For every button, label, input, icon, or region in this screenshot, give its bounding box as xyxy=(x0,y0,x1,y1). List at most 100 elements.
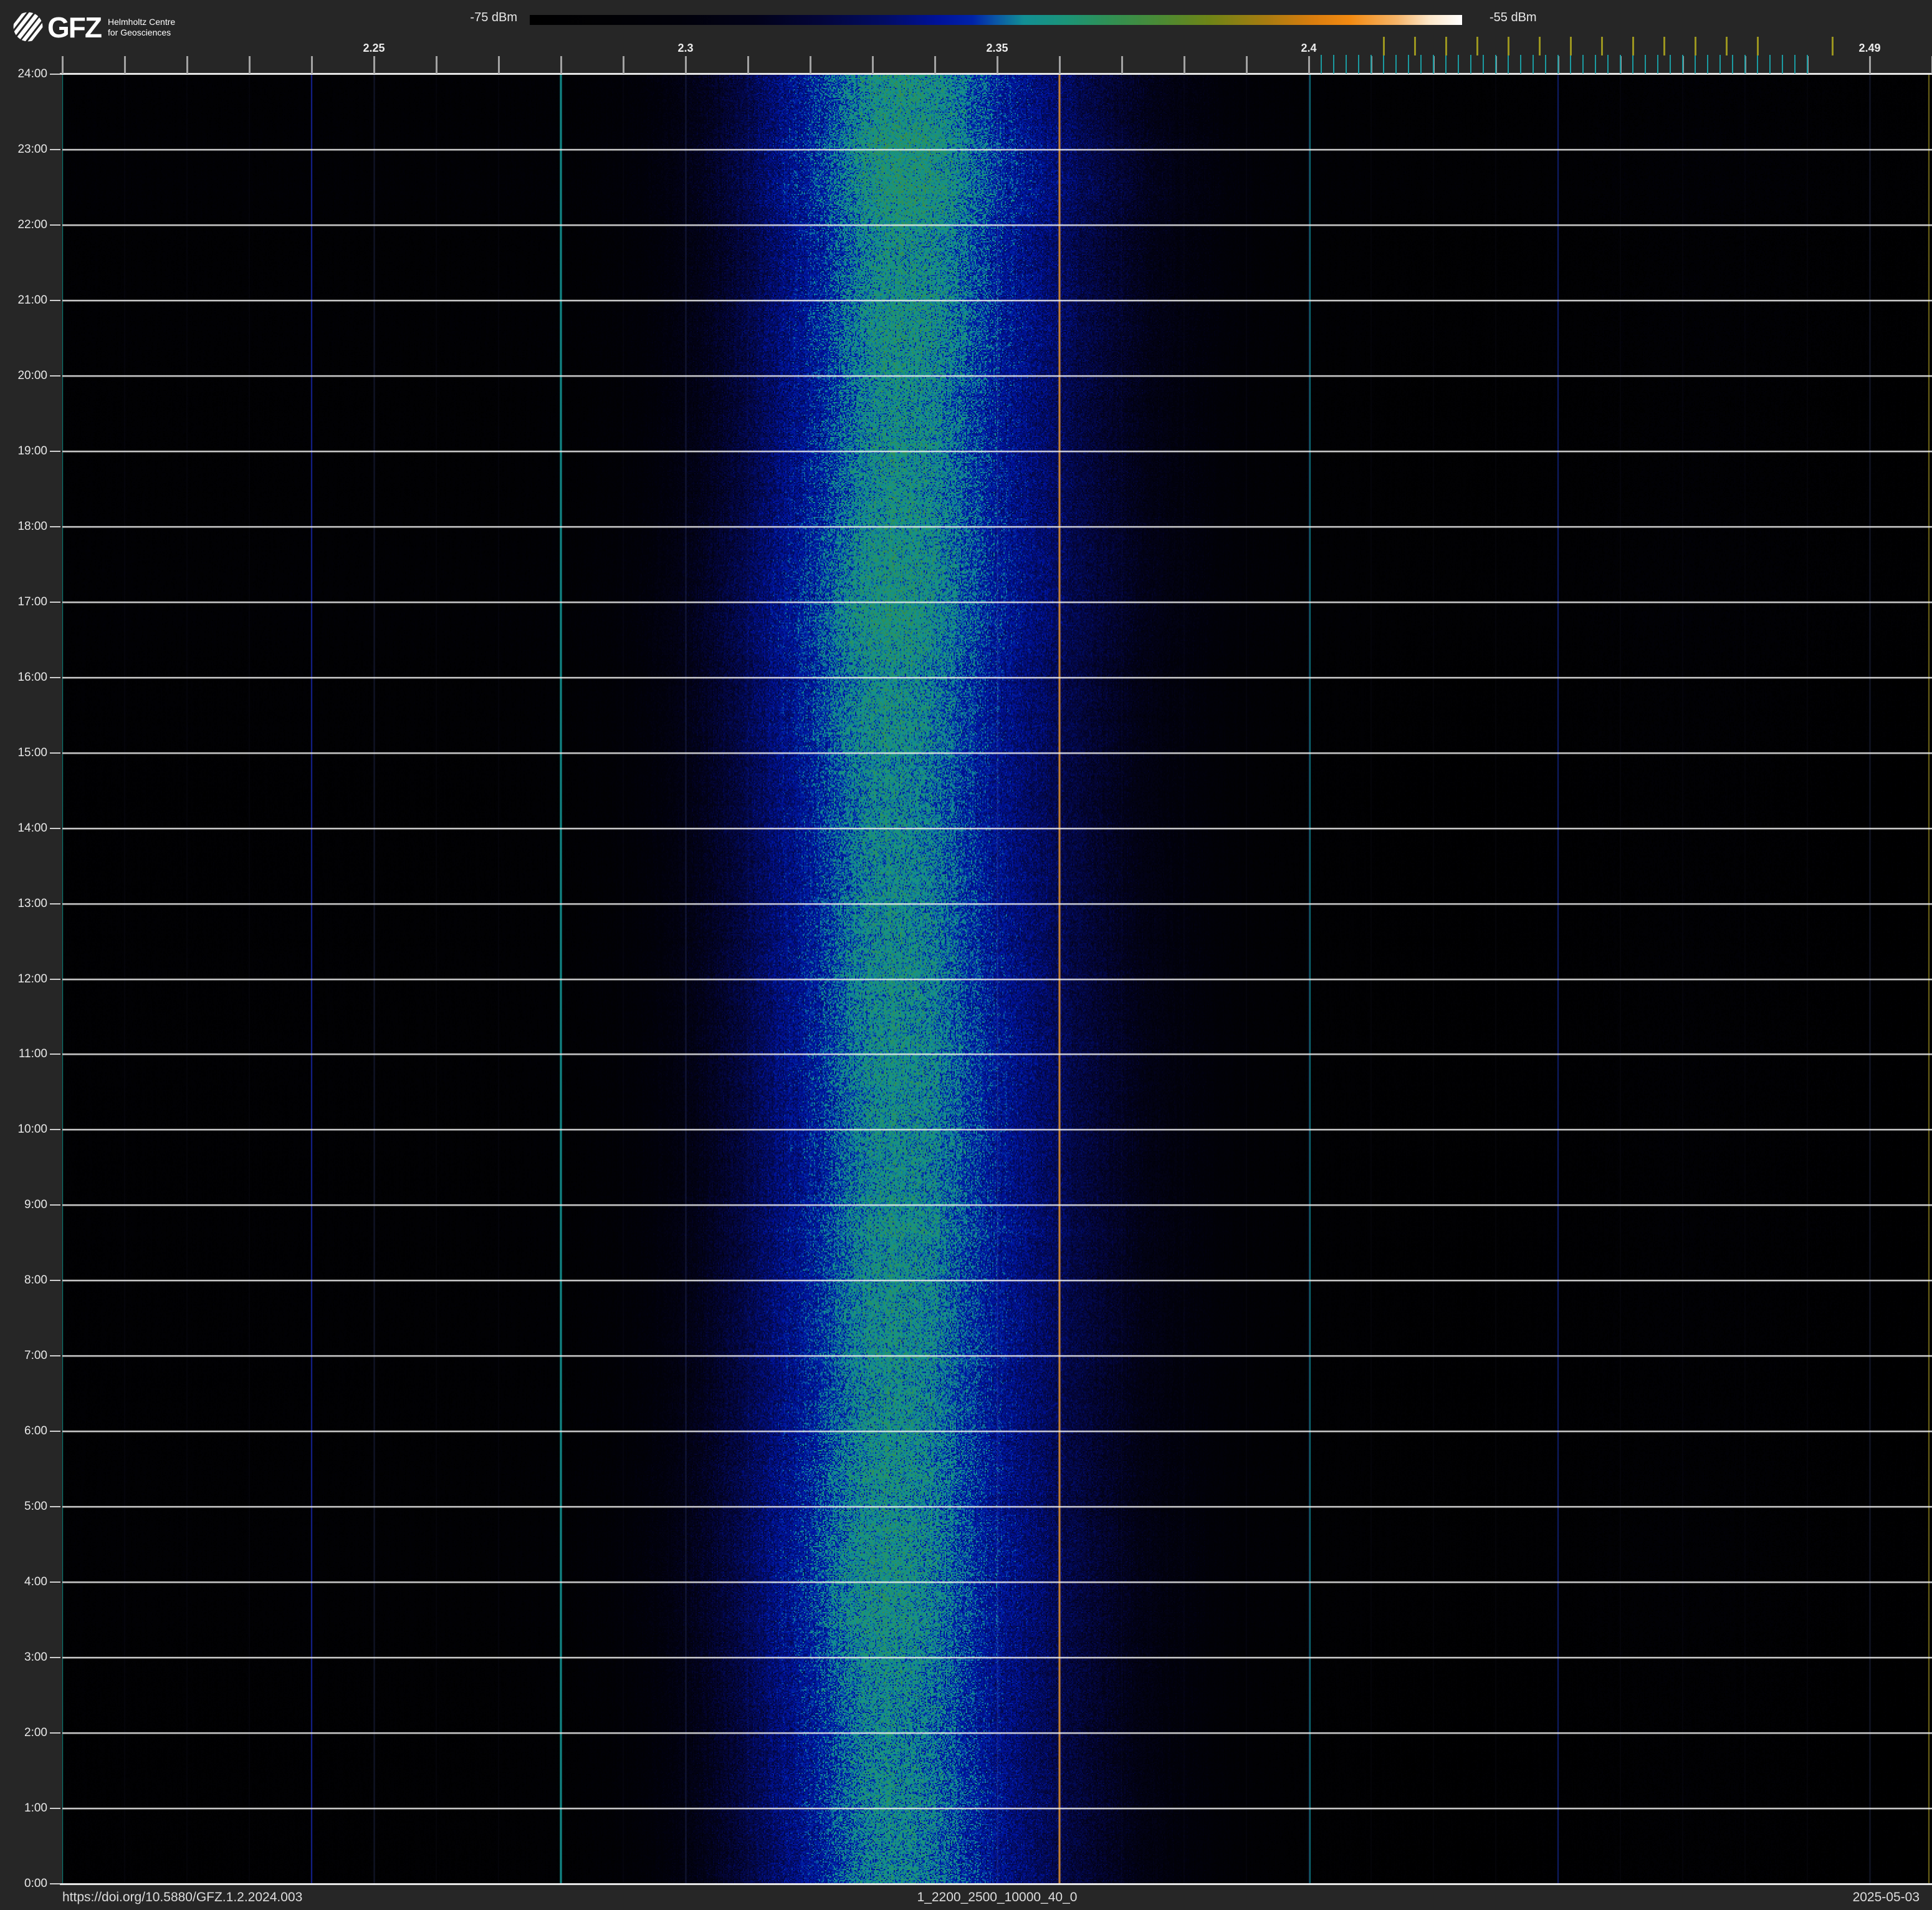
time-tick xyxy=(50,1581,60,1583)
time-tick xyxy=(50,299,60,301)
ble-channel-tick xyxy=(1682,55,1683,74)
time-tick-label: 7:00 xyxy=(24,1349,47,1363)
ble-channel-tick xyxy=(1321,55,1322,74)
ble-channel-tick xyxy=(1769,55,1771,74)
ble-channel-tick xyxy=(1695,55,1696,74)
colorbar-max-label: -55 dBm xyxy=(1490,11,1537,24)
spectrogram-page: GFZ Helmholtz Centre for Geosciences -75… xyxy=(0,0,1932,1910)
ble-channel-tick xyxy=(1508,55,1509,74)
freq-tick xyxy=(1184,56,1185,74)
ble-channel-tick xyxy=(1420,55,1422,74)
time-tick-label: 5:00 xyxy=(24,1500,47,1514)
ble-channel-tick xyxy=(1782,55,1783,74)
time-tick xyxy=(50,1129,60,1131)
ble-channel-tick xyxy=(1433,55,1434,74)
time-tick xyxy=(50,903,60,905)
wifi-channel-tick xyxy=(1569,37,1572,55)
ble-channel-tick xyxy=(1632,55,1633,74)
wifi-channel-tick xyxy=(1632,37,1634,55)
ble-channel-tick xyxy=(1333,55,1334,74)
time-tick-label: 4:00 xyxy=(24,1575,47,1589)
ble-channel-tick xyxy=(1607,55,1609,74)
wifi-channel-tick xyxy=(1445,37,1447,55)
time-tick xyxy=(50,224,60,226)
time-tick-label: 1:00 xyxy=(24,1802,47,1815)
time-tick xyxy=(50,1053,60,1055)
ble-channel-tick xyxy=(1545,55,1546,74)
wifi-channel-tick xyxy=(1831,37,1834,55)
freq-tick xyxy=(623,56,624,74)
time-tick xyxy=(50,1808,60,1810)
freq-tick xyxy=(747,56,749,74)
footer-filename: 1_2200_2500_10000_40_0 xyxy=(917,1890,1078,1904)
gfz-tagline-line2: for Geosciences xyxy=(108,27,171,37)
time-tick-label: 20:00 xyxy=(17,368,47,382)
ble-channel-tick xyxy=(1520,55,1521,74)
freq-tick xyxy=(436,56,438,74)
ble-channel-tick xyxy=(1483,55,1484,74)
time-tick-label: 14:00 xyxy=(17,821,47,835)
freq-tick xyxy=(1308,56,1310,74)
time-tick xyxy=(50,1506,60,1508)
gfz-tagline-line1: Helmholtz Centre xyxy=(108,17,176,27)
footer: https://doi.org/10.5880/GFZ.1.2.2024.003… xyxy=(0,1885,1932,1910)
ble-channel-tick xyxy=(1495,55,1496,74)
wifi-channel-tick xyxy=(1538,37,1541,55)
ble-channel-tick xyxy=(1445,55,1447,74)
ble-channel-tick xyxy=(1620,55,1621,74)
time-tick-label: 19:00 xyxy=(17,444,47,458)
ble-channel-tick xyxy=(1346,55,1347,74)
freq-tick xyxy=(1059,56,1061,74)
freq-tick xyxy=(1869,56,1871,74)
gfz-logo-icon xyxy=(13,12,43,42)
freq-tick-label: 2.49 xyxy=(1858,42,1881,54)
time-tick-label: 15:00 xyxy=(17,746,47,759)
time-tick xyxy=(50,827,60,829)
time-tick-label: 8:00 xyxy=(24,1274,47,1287)
freq-tick xyxy=(1246,56,1248,74)
ble-channel-tick xyxy=(1533,55,1534,74)
time-tick-label: 12:00 xyxy=(17,972,47,986)
time-tick-label: 18:00 xyxy=(17,519,47,533)
ble-channel-tick xyxy=(1470,55,1471,74)
ble-channel-tick xyxy=(1719,55,1721,74)
time-tick xyxy=(50,1883,60,1884)
gfz-logo-tagline: Helmholtz Centre for Geosciences xyxy=(108,17,175,38)
time-tick-label: 23:00 xyxy=(17,142,47,156)
freq-tick xyxy=(498,56,500,74)
ble-channel-tick xyxy=(1582,55,1584,74)
time-tick-label: 10:00 xyxy=(17,1123,47,1136)
wifi-channel-tick xyxy=(1476,37,1478,55)
wifi-channel-tick xyxy=(1382,37,1385,55)
freq-tick xyxy=(560,56,562,74)
time-tick-label: 24:00 xyxy=(17,67,47,80)
ble-channel-tick xyxy=(1458,55,1459,74)
ble-channel-tick xyxy=(1408,55,1409,74)
wifi-channel-tick xyxy=(1663,37,1665,55)
time-tick xyxy=(50,752,60,754)
ble-channel-tick xyxy=(1657,55,1658,74)
freq-tick xyxy=(872,56,874,74)
freq-tick-label: 2.3 xyxy=(677,42,694,54)
time-tick xyxy=(50,375,60,377)
time-tick xyxy=(50,450,60,452)
wifi-channel-tick xyxy=(1600,37,1603,55)
footer-doi-link[interactable]: https://doi.org/10.5880/GFZ.1.2.2024.003 xyxy=(62,1888,302,1908)
freq-tick xyxy=(997,56,998,74)
ble-channel-tick xyxy=(1732,55,1733,74)
time-tick xyxy=(50,1280,60,1282)
freq-tick xyxy=(62,56,64,74)
ble-channel-tick xyxy=(1557,55,1559,74)
time-tick-label: 0:00 xyxy=(24,1877,47,1890)
ble-channel-tick xyxy=(1570,55,1571,74)
freq-tick-label: 2.4 xyxy=(1301,42,1317,54)
time-tick-label: 13:00 xyxy=(17,896,47,910)
freq-tick xyxy=(311,56,313,74)
time-tick xyxy=(50,978,60,980)
freq-tick xyxy=(934,56,936,74)
time-tick-label: 9:00 xyxy=(24,1198,47,1212)
top-axis-line xyxy=(60,73,1932,75)
wifi-channel-tick xyxy=(1413,37,1416,55)
wifi-channel-tick xyxy=(1507,37,1509,55)
time-tick xyxy=(50,525,60,527)
